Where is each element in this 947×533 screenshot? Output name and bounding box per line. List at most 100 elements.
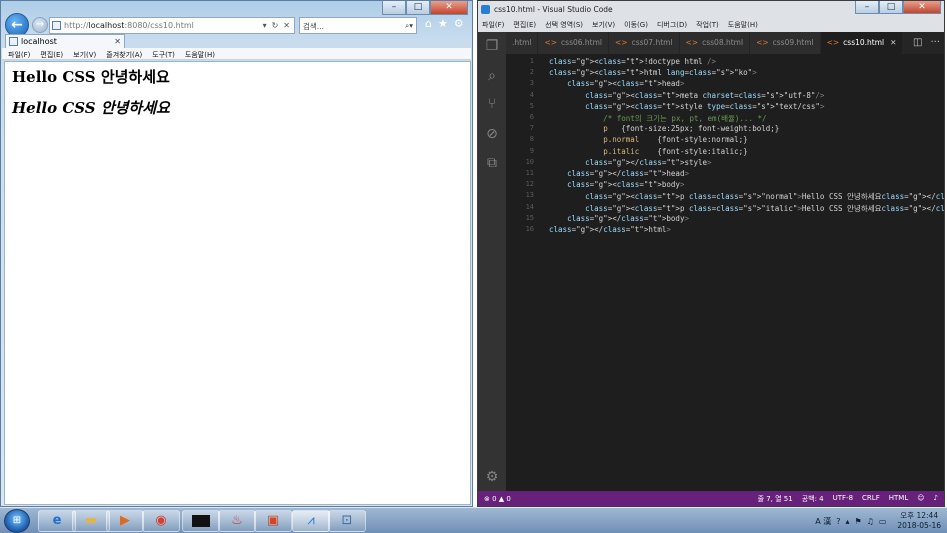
menu-view[interactable]: 보기(V) <box>592 20 615 29</box>
line-number: 14 <box>525 202 534 211</box>
line-number: 7 <box>529 124 534 133</box>
refresh-icon[interactable]: ↻ <box>272 21 279 30</box>
clock[interactable]: 오후 12:44 2018-05-16 <box>897 511 941 531</box>
internet-explorer-taskbar-button[interactable]: e <box>38 510 76 532</box>
line-number: 11 <box>525 169 534 177</box>
source-control-icon[interactable]: ⑂ <box>484 96 500 112</box>
code-line: p.normal {font-style:normal;} <box>603 135 748 145</box>
more-icon[interactable]: ··· <box>930 37 940 48</box>
close-button[interactable]: ✕ <box>430 1 468 15</box>
status-right: 줄 7, 열 51 공백: 4 UTF-8 CRLF HTML ☺ ♪ <box>758 494 938 504</box>
italic-paragraph: Hello CSS 안녕하세요 <box>12 99 170 117</box>
code-line: p {font-size:25px; font-weight:bold;} <box>603 124 780 134</box>
network-taskbar-button[interactable]: ⊡ <box>328 510 366 532</box>
menu-help[interactable]: 도움말(H) <box>728 20 758 29</box>
gear-icon[interactable]: ⚙ <box>454 17 464 30</box>
language-mode[interactable]: HTML <box>889 494 908 504</box>
powerpoint-taskbar-button[interactable]: ▣ <box>254 510 292 532</box>
media-player-taskbar-button[interactable]: ▶ <box>106 510 144 532</box>
line-number: 5 <box>529 101 534 110</box>
network-tray-icon[interactable]: ▭ <box>879 517 887 526</box>
bell-icon[interactable]: ♪ <box>934 494 938 504</box>
tab-close-icon[interactable]: ✕ <box>890 38 896 47</box>
cursor-position[interactable]: 줄 7, 열 51 <box>758 494 793 504</box>
menu-favorites[interactable]: 즐겨찾기(A) <box>106 50 142 59</box>
line-number: 3 <box>529 79 534 88</box>
menu-help[interactable]: 도움말(H) <box>185 50 215 59</box>
vscode-taskbar-button[interactable]: ⩘ <box>292 510 330 532</box>
browser-tab[interactable]: localhost ✕ <box>5 34 125 48</box>
indentation[interactable]: 공백: 4 <box>802 494 824 504</box>
maximize-button[interactable]: □ <box>879 1 903 14</box>
tab-page-icon <box>9 37 18 46</box>
ie-menu-bar: 파일(F) 편집(E) 보기(V) 즐겨찾기(A) 도구(T) 도움말(H) <box>2 48 471 60</box>
menu-edit[interactable]: 편집(E) <box>40 50 63 59</box>
java-taskbar-button[interactable]: ♨ <box>218 510 256 532</box>
minimize-button[interactable]: – <box>382 1 406 15</box>
home-icon[interactable]: ⌂ <box>425 17 432 30</box>
tab-label: css08.html <box>702 38 744 47</box>
code-editor[interactable]: 1 2 3 4 5 6 7 8 9 10 11 12 13 14 15 16 class="g"><class… <box>506 54 944 491</box>
menu-file[interactable]: 파일(F) <box>482 20 504 29</box>
extensions-icon[interactable]: ⧉ <box>484 155 500 171</box>
maximize-button[interactable]: □ <box>406 1 430 15</box>
favorites-star-icon[interactable]: ★ <box>438 17 448 30</box>
play-icon: ▶ <box>120 513 130 528</box>
menu-go[interactable]: 이동(G) <box>624 20 648 29</box>
flag-icon[interactable]: ⚑ <box>855 517 862 526</box>
vscode-icon: ⩘ <box>307 513 315 528</box>
close-button[interactable]: ✕ <box>903 1 941 14</box>
code-line: class="g"><class="t">head> <box>567 79 685 89</box>
tab-css08[interactable]: <> css08.html <box>679 32 751 54</box>
tab-label: css10.html <box>843 38 885 47</box>
menu-selection[interactable]: 선택 영역(S) <box>545 20 583 29</box>
gear-icon[interactable]: ⚙ <box>484 469 500 485</box>
cmd-taskbar-button[interactable] <box>182 510 220 532</box>
line-number: 6 <box>529 113 534 121</box>
address-bar[interactable]: http://localhost:8080/css10.html ▾ ↻ ✕ <box>49 17 295 34</box>
code-line: class="g"></class="t">html> <box>549 225 671 234</box>
tab-0[interactable]: .html <box>506 32 539 54</box>
ie-icon: e <box>52 513 62 528</box>
encoding[interactable]: UTF-8 <box>833 494 853 504</box>
tab-css10[interactable]: <> css10.html ✕ <box>820 32 904 54</box>
search-icon[interactable]: ⌕ <box>484 68 500 84</box>
tray-expand-icon[interactable]: ▴ <box>845 517 849 526</box>
forward-button[interactable]: → <box>32 17 48 33</box>
split-editor-icon[interactable]: ◫ <box>913 37 922 48</box>
menu-tasks[interactable]: 작업(T) <box>696 20 719 29</box>
menu-file[interactable]: 파일(F) <box>8 50 30 59</box>
menu-debug[interactable]: 디버그(D) <box>657 20 687 29</box>
terminal-icon <box>192 514 210 527</box>
tab-close-icon[interactable]: ✕ <box>114 37 121 46</box>
smiley-feedback-icon[interactable]: ☺ <box>917 494 924 504</box>
menu-tools[interactable]: 도구(T) <box>152 50 175 59</box>
chrome-taskbar-button[interactable]: ◉ <box>142 510 180 532</box>
tab-label: css06.html <box>561 38 602 47</box>
search-box[interactable]: 검색... ⌕▾ <box>299 17 417 34</box>
tab-css09[interactable]: <> css09.html <box>750 32 821 54</box>
tab-css06[interactable]: <> css06.html <box>538 32 609 54</box>
menu-edit[interactable]: 편집(E) <box>513 20 536 29</box>
language-indicator[interactable]: A 漢 <box>815 516 831 527</box>
search-icon[interactable]: ⌕▾ <box>405 21 413 30</box>
minimize-button[interactable]: – <box>855 1 879 14</box>
help-icon[interactable]: ? <box>836 517 840 526</box>
tab-label: css07.html <box>631 38 673 47</box>
debug-icon[interactable]: ⊘ <box>484 126 500 142</box>
vscode-caption-buttons: – □ ✕ <box>855 1 941 14</box>
dropdown-icon[interactable]: ▾ <box>263 21 267 30</box>
tab-css07[interactable]: <> css07.html <box>609 32 680 54</box>
search-placeholder: 검색... <box>303 22 324 31</box>
address-rest: :8080/css10.html <box>124 21 194 30</box>
explorer-icon[interactable]: ❐ <box>484 38 500 54</box>
start-button[interactable]: ⊞ <box>4 509 30 533</box>
problems-indicator[interactable]: ⊗ 0 ▲ 0 <box>484 495 511 503</box>
line-ending[interactable]: CRLF <box>862 494 880 504</box>
volume-icon[interactable]: ♫ <box>867 517 874 526</box>
stop-icon[interactable]: ✕ <box>283 21 290 30</box>
line-number: 2 <box>529 68 534 77</box>
file-explorer-taskbar-button[interactable]: ▬ <box>72 510 110 532</box>
menu-view[interactable]: 보기(V) <box>73 50 96 59</box>
html-file-icon: <> <box>615 38 628 47</box>
